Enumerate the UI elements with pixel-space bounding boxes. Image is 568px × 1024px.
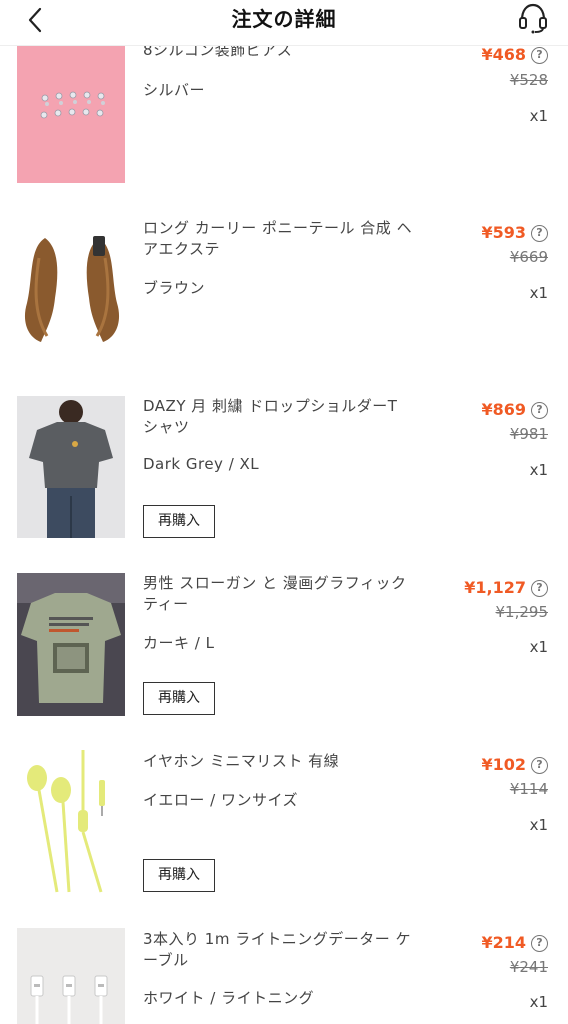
- product-image-ponytail[interactable]: [17, 218, 125, 361]
- original-price: ¥241: [509, 958, 548, 976]
- sale-price: ¥468: [481, 45, 526, 64]
- product-name[interactable]: DAZY 月 刺繍 ドロップショルダーT シャツ: [143, 396, 413, 438]
- sale-price: ¥214: [481, 933, 526, 952]
- quantity: x1: [529, 284, 548, 302]
- original-price: ¥669: [509, 248, 548, 266]
- product-image-earrings[interactable]: [17, 40, 125, 183]
- rebuy-button[interactable]: 再購入: [143, 682, 215, 715]
- product-variant: ホワイト / ライトニング: [143, 989, 315, 1007]
- price-help-icon[interactable]: ?: [531, 757, 548, 774]
- product-variant: ブラウン: [143, 279, 206, 297]
- price-help-icon[interactable]: ?: [531, 935, 548, 952]
- product-image-tshirt[interactable]: [17, 396, 125, 538]
- nav-header: 注文の詳細: [0, 0, 568, 46]
- price-help-icon[interactable]: ?: [531, 580, 548, 597]
- price-help-icon[interactable]: ?: [531, 225, 548, 242]
- product-variant: イエロー / ワンサイズ: [143, 791, 298, 809]
- product-name[interactable]: ロング カーリー ポニーテール 合成 ヘアエクステ: [143, 218, 413, 260]
- quantity: x1: [529, 461, 548, 479]
- sale-price: ¥593: [481, 223, 526, 242]
- quantity: x1: [529, 816, 548, 834]
- rebuy-button[interactable]: 再購入: [143, 505, 215, 538]
- headset-icon[interactable]: [518, 2, 548, 34]
- page-title: 注文の詳細: [231, 7, 337, 31]
- original-price: ¥114: [509, 780, 548, 798]
- sale-price: ¥869: [481, 400, 526, 419]
- original-price: ¥528: [509, 71, 548, 89]
- price-help-icon[interactable]: ?: [531, 47, 548, 64]
- product-name[interactable]: 男性 スローガン と 漫画グラフィック ティー: [143, 573, 413, 615]
- product-variant: シルバー: [143, 81, 206, 99]
- quantity: x1: [529, 993, 548, 1011]
- quantity: x1: [529, 107, 548, 125]
- product-name[interactable]: イヤホン ミニマリスト 有線: [143, 751, 413, 772]
- product-image-graphic-tee[interactable]: [17, 573, 125, 716]
- product-variant: カーキ / L: [143, 634, 215, 652]
- product-image-earphones[interactable]: [17, 750, 125, 893]
- price-help-icon[interactable]: ?: [531, 402, 548, 419]
- sale-price: ¥102: [481, 755, 526, 774]
- quantity: x1: [529, 638, 548, 656]
- rebuy-button[interactable]: 再購入: [143, 859, 215, 892]
- sale-price: ¥1,127: [464, 578, 526, 597]
- product-name[interactable]: 3本入り 1m ライトニングデーター ケーブル: [143, 929, 413, 971]
- original-price: ¥981: [509, 425, 548, 443]
- product-image-cable[interactable]: [17, 928, 125, 1024]
- original-price: ¥1,295: [495, 603, 549, 621]
- product-variant: Dark Grey / XL: [143, 455, 260, 473]
